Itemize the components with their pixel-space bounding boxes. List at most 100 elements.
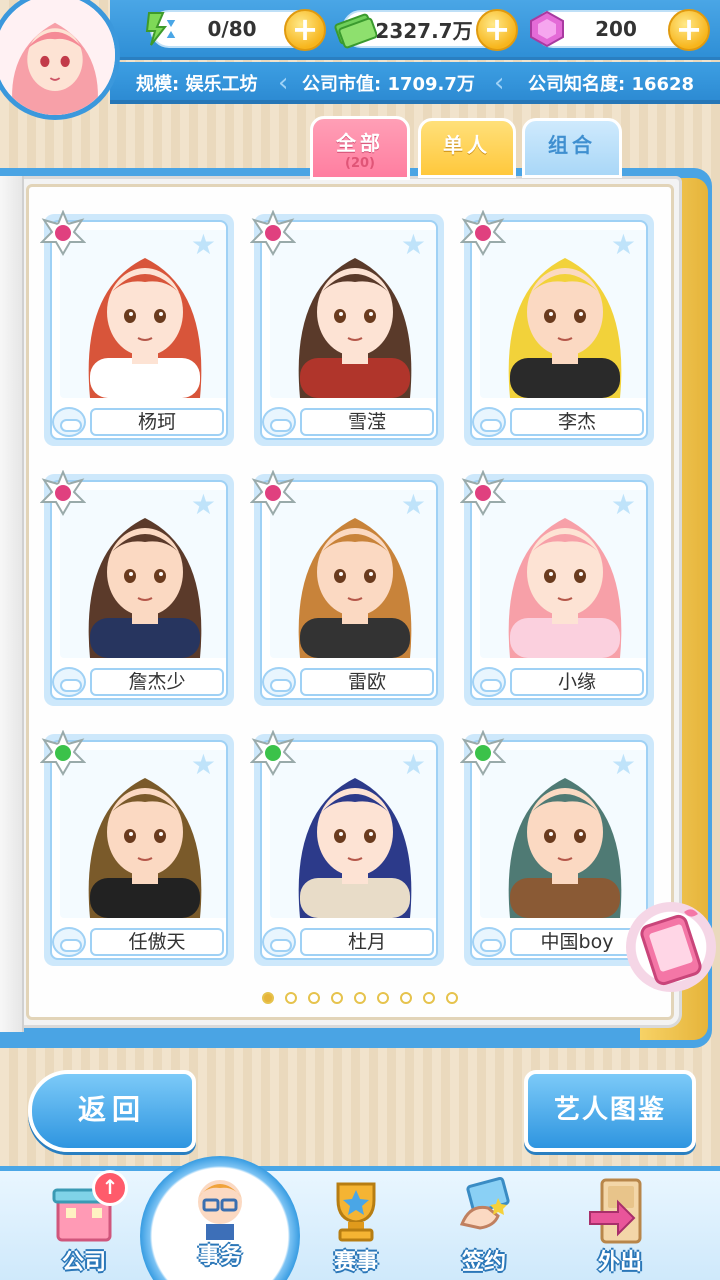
nav-events[interactable]: 赛事 — [296, 1176, 416, 1280]
phone-button[interactable] — [626, 902, 716, 992]
cloud-icon — [52, 667, 86, 697]
artist-name-row: 雪滢 — [260, 404, 436, 440]
artist-card[interactable]: ★ 雷欧 — [250, 470, 444, 706]
nav-sign[interactable]: 签约 — [424, 1176, 544, 1280]
artist-card[interactable]: ★ 李杰 — [460, 210, 654, 446]
artist-name-row: 杜月 — [260, 924, 436, 960]
star-icon: ★ — [610, 748, 636, 781]
star-icon: ★ — [400, 748, 426, 781]
artist-card[interactable]: ★ 詹杰少 — [40, 470, 234, 706]
top-bar: 0/80 + 2327.7万 + 200 + 规模: 娱乐工坊 ‹ 公司市值: … — [0, 0, 720, 120]
pagination-dot[interactable] — [446, 992, 458, 1004]
cloud-icon — [472, 407, 506, 437]
artist-card[interactable]: ★ 杨珂 — [40, 210, 234, 446]
cloud-icon — [52, 407, 86, 437]
hourglass-icon — [140, 6, 186, 52]
artist-name: 小缘 — [510, 668, 644, 696]
tab-all-count: (20) — [345, 156, 375, 171]
chevron-left-icon: ‹ — [494, 68, 505, 98]
tab-single[interactable]: 单人 — [418, 118, 516, 178]
add-money-button[interactable]: + — [476, 9, 518, 51]
artist-name-row: 李杰 — [470, 404, 646, 440]
artist-name-row: 杨珂 — [50, 404, 226, 440]
nav-outing-label: 外出 — [597, 1250, 642, 1275]
cloud-icon — [262, 407, 296, 437]
company-scale: 规模: 娱乐工坊 — [136, 74, 258, 95]
nav-outing[interactable]: 外出 — [560, 1176, 680, 1280]
pagination-dot[interactable] — [423, 992, 435, 1004]
artist-card[interactable]: ★ 雪滢 — [250, 210, 444, 446]
star-icon: ★ — [400, 228, 426, 261]
door-icon — [589, 1178, 642, 1244]
chevron-left-icon: ‹ — [278, 68, 289, 98]
cloud-icon — [52, 927, 86, 957]
rank-gem-icon — [250, 210, 296, 256]
pagination-dot[interactable] — [377, 992, 389, 1004]
pagination-dot[interactable] — [400, 992, 412, 1004]
trophy-icon — [336, 1182, 376, 1242]
artist-atlas-button[interactable]: 艺人图鉴 — [524, 1070, 696, 1152]
resource-strip: 0/80 + 2327.7万 + 200 + — [110, 0, 720, 60]
artist-card[interactable]: ★ 杜月 — [250, 730, 444, 966]
artist-name-row: 小缘 — [470, 664, 646, 700]
back-button[interactable]: 返回 — [28, 1070, 196, 1152]
artist-name: 杨珂 — [90, 408, 224, 436]
cloud-icon — [262, 667, 296, 697]
company-info-strip: 规模: 娱乐工坊 ‹ 公司市值: 1709.7万 ‹ 公司知名度: 16628 — [110, 62, 720, 104]
pagination-dot[interactable] — [262, 992, 274, 1004]
cloud-icon — [262, 927, 296, 957]
artist-name: 詹杰少 — [90, 668, 224, 696]
artist-name: 李杰 — [510, 408, 644, 436]
tab-all-label: 全部 — [336, 131, 384, 155]
rank-gem-icon — [40, 470, 86, 516]
pagination-dot[interactable] — [354, 992, 366, 1004]
tab-single-label: 单人 — [443, 133, 491, 157]
book-spine — [0, 176, 24, 1032]
manager-icon — [198, 1180, 242, 1240]
nav-affairs[interactable]: 事务 — [160, 1170, 280, 1274]
tab-all[interactable]: 全部 (20) — [310, 116, 410, 180]
rank-gem-icon — [460, 210, 506, 256]
artist-name: 中国boy — [510, 928, 644, 956]
cloud-icon — [472, 667, 506, 697]
pagination-dot[interactable] — [331, 992, 343, 1004]
rank-gem-icon — [40, 210, 86, 256]
pagination-dot[interactable] — [308, 992, 320, 1004]
cloud-icon — [472, 927, 506, 957]
rank-gem-icon — [460, 470, 506, 516]
artist-card[interactable]: ★ 任傲天 — [40, 730, 234, 966]
star-icon: ★ — [610, 488, 636, 521]
artist-name-row: 詹杰少 — [50, 664, 226, 700]
artist-name: 雪滢 — [300, 408, 434, 436]
nav-events-label: 赛事 — [333, 1250, 378, 1275]
star-icon: ★ — [190, 488, 216, 521]
rank-gem-icon — [250, 470, 296, 516]
energy-counter: 0/80 + — [145, 9, 326, 51]
artist-name-row: 任傲天 — [50, 924, 226, 960]
handshake-icon — [459, 1176, 510, 1230]
nav-sign-label: 签约 — [461, 1250, 506, 1275]
tab-group[interactable]: 组合 — [522, 118, 622, 178]
star-icon: ★ — [190, 748, 216, 781]
add-energy-button[interactable]: + — [284, 9, 326, 51]
artist-card[interactable]: ★ 小缘 — [460, 470, 654, 706]
artist-name: 任傲天 — [90, 928, 224, 956]
cash-icon — [332, 6, 378, 52]
pagination-dot[interactable] — [285, 992, 297, 1004]
rank-gem-icon — [460, 730, 506, 776]
star-icon: ★ — [610, 228, 636, 261]
gem-icon — [524, 6, 570, 52]
rank-gem-icon — [250, 730, 296, 776]
nav-affairs-label: 事务 — [197, 1244, 242, 1269]
artist-name: 杜月 — [300, 928, 434, 956]
artist-name-row: 雷欧 — [260, 664, 436, 700]
phone-icon — [640, 909, 702, 986]
money-counter: 2327.7万 + — [334, 9, 518, 51]
artist-name-row: 中国boy — [470, 924, 646, 960]
notification-badge: ↑ — [92, 1170, 128, 1206]
artist-name: 雷欧 — [300, 668, 434, 696]
pagination-dots — [262, 992, 458, 1008]
star-icon: ★ — [190, 228, 216, 261]
player-avatar[interactable] — [0, 0, 120, 120]
add-gem-button[interactable]: + — [668, 9, 710, 51]
